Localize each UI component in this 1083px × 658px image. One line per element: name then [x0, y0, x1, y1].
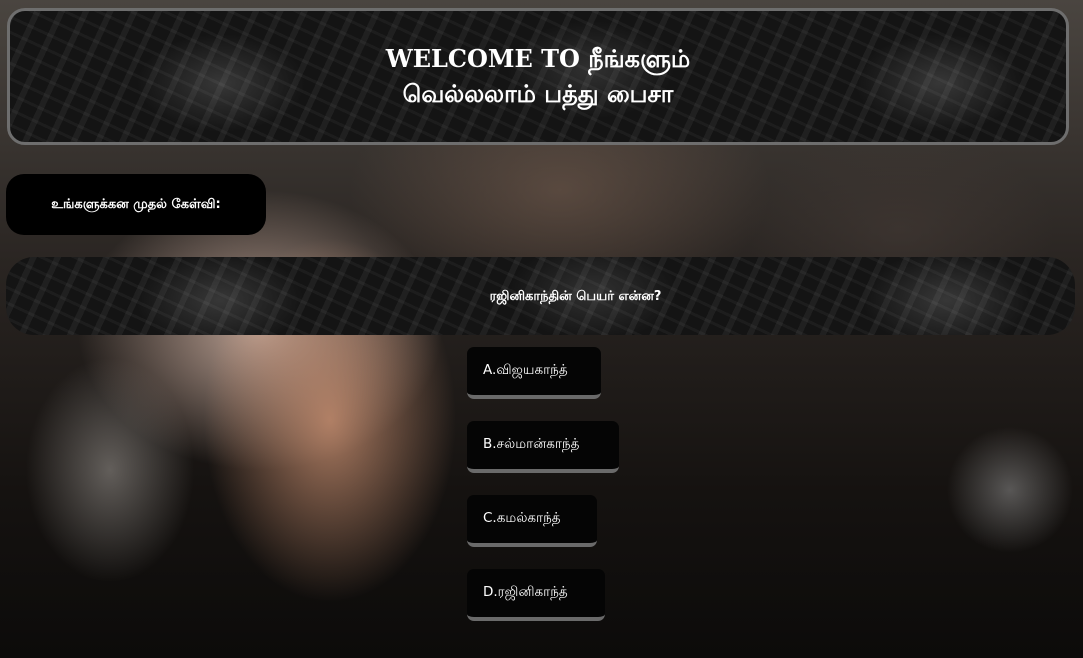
- option-c-button[interactable]: C.கமல்காந்த்: [467, 495, 597, 547]
- option-b-button[interactable]: B.சல்மான்காந்த்: [467, 421, 619, 473]
- option-a-button[interactable]: A.விஜயகாந்த்: [467, 347, 601, 399]
- header-banner: WELCOME TO நீங்களும் வெல்லலாம் பத்து பைச…: [7, 8, 1069, 145]
- page-title-line2: வெல்லலாம் பத்து பைசா: [402, 79, 674, 108]
- page-title-line1: WELCOME TO நீங்களும்: [385, 43, 691, 73]
- question-text: ரஜினிகாந்தின் பெயர் என்ன?: [489, 288, 662, 304]
- question-number-label: உங்களுக்கன முதல் கேள்வி:: [6, 174, 266, 235]
- option-d-button[interactable]: D.ரஜினிகாந்த்: [467, 569, 605, 621]
- question-box: ரஜினிகாந்தின் பெயர் என்ன?: [6, 257, 1075, 335]
